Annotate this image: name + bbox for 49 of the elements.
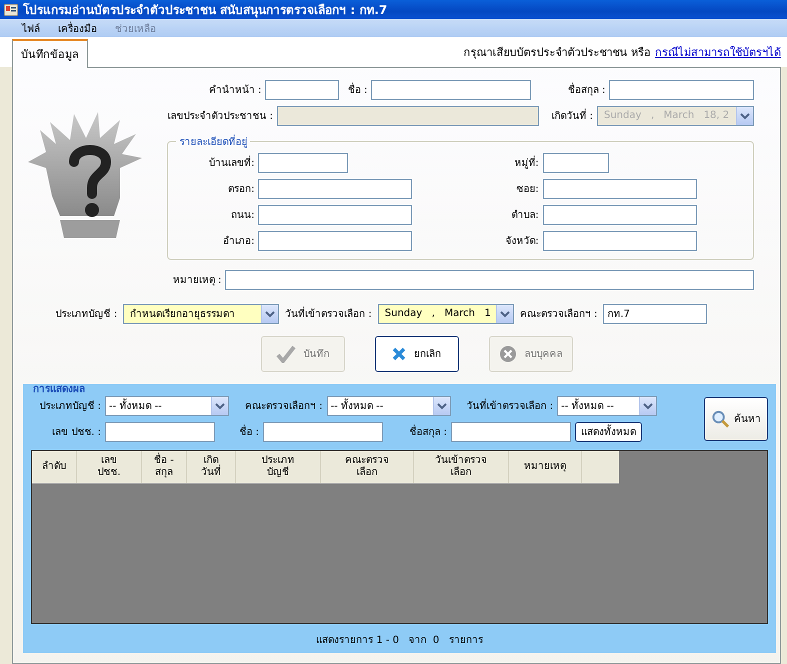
field-label: หมู่ที่:	[460, 155, 539, 170]
column-header[interactable]: คณะตรวจ เลือก	[321, 450, 414, 483]
field-label: ตรอก:	[227, 183, 254, 196]
record-count: แสดงรายการ 1 - 0 จาก 0 รายการ	[315, 634, 484, 647]
field-label: หมายเหตุ :	[172, 274, 222, 288]
field-label: ถนน:	[230, 209, 254, 222]
tab[interactable]: บันทึกข้อมูล	[12, 38, 88, 68]
menu-item[interactable]: เครื่องมือ	[58, 20, 97, 36]
filter-label: ชื่อสกุล :	[387, 424, 447, 440]
column-header[interactable]: ลำดับ	[32, 450, 77, 483]
manual-entry-link[interactable]: กรณีไม่สามารถใช้บัตรฯได้	[655, 43, 781, 61]
search-button[interactable]: ค้นหา	[704, 396, 768, 441]
column-header[interactable]: ชื่อ - สกุล	[142, 450, 187, 483]
filter-dropdown[interactable]: -- ทั้งหมด --	[557, 396, 658, 416]
filter-label: ประเภทบัญชี :	[38, 400, 101, 414]
field-label: อำเภอ:	[222, 234, 254, 248]
column-header[interactable]: ประเภท บัญชี	[236, 450, 321, 483]
menu-item[interactable]: ไฟล์	[22, 20, 40, 36]
field-label: ชื่อสกุล :	[535, 82, 606, 98]
filter-dropdown[interactable]: -- ทั้งหมด --	[326, 396, 451, 416]
column-header[interactable]: วันเข้าตรวจ เลือก	[414, 450, 509, 483]
window-title: โปรแกรมอ่านบัตรประจำตัวประชาชน สนับสนุนการตรวจเลือกฯ : กท.7	[23, 2, 388, 20]
field-label: ประเภทบัญชี :	[56, 308, 118, 322]
group-title: การแสดงผล	[32, 384, 86, 396]
filter-dropdown[interactable]: -- ทั้งหมด --	[105, 396, 229, 416]
field-label: ซอย:	[515, 183, 539, 196]
field-label: คณะตรวจเลือกฯ :	[520, 308, 598, 322]
filter-label: เลข ปชช. :	[51, 426, 101, 440]
field-label: จังหวัด:	[504, 235, 539, 248]
filter-label: คณะตรวจเลือกฯ :	[245, 400, 323, 414]
field-label: ชื่อ :	[343, 82, 368, 98]
field-label: วันที่เข้าตรวจเลือก :	[285, 306, 372, 322]
field-label: ตำบล:	[510, 208, 539, 222]
field-label: บ้านเลขที่:	[176, 155, 254, 170]
action-button[interactable]: ยกเลิก	[374, 336, 458, 372]
account-type-dropdown[interactable]: กำหนดเรียกอายุธรรมดา	[123, 304, 280, 324]
exam-date-picker[interactable]: Sunday , March 1	[378, 304, 514, 324]
field-label: คำนำหน้า :	[208, 84, 262, 98]
notice-text: กรุณาเสียบบัตรประจำตัวประชาชน หรือ	[464, 45, 651, 61]
column-header[interactable]: หมายเหตุ	[509, 450, 582, 483]
column-header[interactable]: เกิด วันที่	[187, 450, 236, 483]
filter-label: ชื่อ :	[219, 424, 259, 440]
column-header[interactable]: เลข ปชช.	[77, 450, 142, 483]
field-label: เลขประจำตัวประชาชน :	[167, 110, 273, 124]
group-title: รายละเอียดที่อยู่	[178, 134, 248, 149]
field-label: เกิดวันที่ :	[543, 108, 593, 124]
committee-field[interactable]: กท.7	[603, 304, 708, 324]
show-all-button[interactable]: แสดงทั้งหมด	[575, 422, 642, 442]
filter-label: วันที่เข้าตรวจเลือก :	[466, 398, 554, 414]
